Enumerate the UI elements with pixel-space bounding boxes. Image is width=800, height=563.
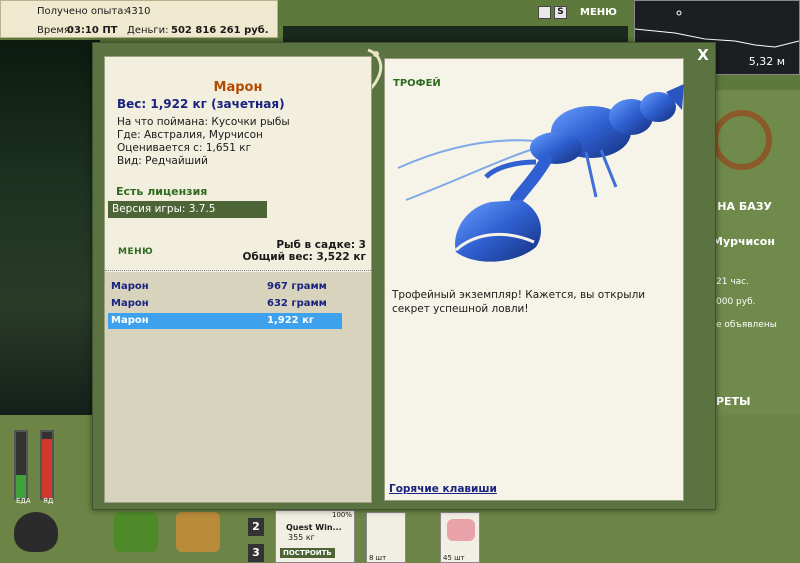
- trophy-description: Трофейный экземпляр! Кажется, вы открыли…: [392, 289, 646, 315]
- build-button[interactable]: ПОСТРОИТЬ: [280, 548, 335, 558]
- vegetable-basket-icon[interactable]: [114, 512, 158, 552]
- fish-name: Марон: [213, 80, 263, 95]
- hook-count: 8 шт: [369, 554, 387, 562]
- stats-panel: Получено опыта: 4310 Время: 03:10 ПТ Ден…: [0, 0, 278, 38]
- slot-2[interactable]: 2: [248, 518, 264, 536]
- valued: Оценивается с: 1,651 кг: [117, 142, 252, 154]
- quest-weight: 355 кг: [288, 533, 315, 542]
- caught-on: На что поймана: Кусочки рыбы: [117, 116, 290, 128]
- experience-value: 4310: [125, 6, 151, 17]
- poison-gauge: [40, 430, 54, 500]
- experience-label: Получено опыта:: [37, 6, 127, 17]
- food-gauge: [14, 430, 28, 500]
- money-value: 502 816 261 руб.: [171, 25, 269, 36]
- bait-slot[interactable]: 45 шт: [440, 512, 480, 563]
- location: Где: Австралия, Мурчисон: [117, 129, 263, 141]
- catch-row[interactable]: Марон 967 грамм: [108, 279, 342, 295]
- info-line-2: 000 руб.: [716, 297, 756, 307]
- meat-bait-icon: [447, 519, 475, 541]
- depth-value: 5,32 м: [748, 55, 785, 68]
- slot-3[interactable]: 3: [248, 544, 264, 562]
- scene-strip: [283, 26, 628, 42]
- info-line-3: е объявлены: [716, 320, 777, 330]
- close-button[interactable]: X: [695, 47, 711, 63]
- catch-row-selected[interactable]: Марон 1,922 кг: [108, 313, 342, 329]
- cauldron-icon[interactable]: [14, 512, 58, 552]
- poison-label: ЯД: [43, 497, 54, 505]
- game-version: Версия игры: 3.7.5: [108, 201, 267, 218]
- total-weight: Общий вес: 3,522 кг: [242, 251, 366, 263]
- secrets-button[interactable]: РЕТЫ: [716, 395, 750, 408]
- quest-percent: 100%: [332, 511, 353, 519]
- time-value: 03:10 ПТ: [67, 25, 118, 36]
- cage-count: Рыб в садке: 3: [276, 239, 366, 251]
- pause-icon[interactable]: [538, 6, 551, 19]
- top-menu-button[interactable]: МЕНЮ: [580, 7, 617, 18]
- info-line-1: 21 час.: [716, 277, 749, 287]
- catch-row[interactable]: Марон 632 грамм: [108, 296, 342, 312]
- hook-slot[interactable]: 8 шт: [366, 512, 406, 563]
- menu-link[interactable]: МЕНЮ: [118, 247, 153, 257]
- hotkeys-link[interactable]: Горячие клавиши: [389, 483, 497, 495]
- divider: [105, 270, 371, 271]
- quest-title: Quest Win...: [286, 523, 342, 532]
- sound-icon[interactable]: S: [554, 6, 567, 19]
- ship-wheel-icon[interactable]: [712, 110, 772, 170]
- quest-panel: 100% Quest Win... 355 кг ПОСТРОИТЬ: [275, 510, 355, 563]
- license-status: Есть лицензия: [116, 185, 208, 198]
- bait-count: 45 шт: [443, 554, 465, 562]
- food-label: ЕДА: [16, 497, 31, 505]
- money-label: Деньги:: [127, 25, 169, 36]
- game-scene-left: [0, 40, 100, 415]
- lobster-icon: [397, 84, 684, 262]
- bucket-icon[interactable]: [176, 512, 220, 552]
- rarity: Вид: Редчайший: [117, 155, 208, 167]
- fish-weight: Вес: 1,922 кг (зачетная): [117, 97, 285, 111]
- place-label: Мурчисон: [712, 235, 775, 248]
